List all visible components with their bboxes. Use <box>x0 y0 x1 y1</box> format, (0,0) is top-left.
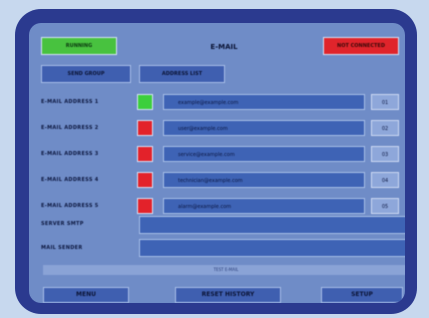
running-button[interactable]: RUNNING <box>41 37 117 55</box>
row-label: E-MAIL ADDRESS 4 <box>41 177 99 183</box>
status-indicator <box>137 172 153 188</box>
mail-sender-label: MAIL SENDER <box>41 245 83 251</box>
smtp-server-field[interactable] <box>139 216 405 234</box>
channel-field[interactable]: 04 <box>371 172 399 188</box>
status-indicator <box>137 94 153 110</box>
connection-status-button[interactable]: NOT CONNECTED <box>323 37 399 55</box>
menu-button[interactable]: MENU <box>43 287 129 303</box>
email-field[interactable]: alarm@example.com <box>163 198 365 214</box>
email-field[interactable]: example@example.com <box>163 94 365 110</box>
email-field[interactable]: service@example.com <box>163 146 365 162</box>
channel-field[interactable]: 03 <box>371 146 399 162</box>
tab-address-list[interactable]: ADDRESS LIST <box>139 65 225 83</box>
reset-history-button[interactable]: RESET HISTORY <box>175 287 281 303</box>
channel-field[interactable]: 02 <box>371 120 399 136</box>
email-field[interactable]: technician@example.com <box>163 172 365 188</box>
channel-field[interactable]: 01 <box>371 94 399 110</box>
setup-button[interactable]: SETUP <box>321 287 403 303</box>
mail-sender-field[interactable] <box>139 239 405 257</box>
page-title: E-MAIL <box>210 43 238 51</box>
tab-send-group[interactable]: SEND GROUP <box>41 65 131 83</box>
smtp-server-label: SERVER SMTP <box>41 221 84 227</box>
row-label: E-MAIL ADDRESS 1 <box>41 99 99 105</box>
status-bar: TEST E-MAIL <box>43 265 405 275</box>
hmi-screen: RUNNING E-MAIL NOT CONNECTED SEND GROUP … <box>29 23 405 303</box>
channel-field[interactable]: 05 <box>371 198 399 214</box>
row-label: E-MAIL ADDRESS 3 <box>41 151 99 157</box>
status-indicator <box>137 120 153 136</box>
row-label: E-MAIL ADDRESS 5 <box>41 203 99 209</box>
row-label: E-MAIL ADDRESS 2 <box>41 125 99 131</box>
status-indicator <box>137 198 153 214</box>
email-field[interactable]: user@example.com <box>163 120 365 136</box>
status-indicator <box>137 146 153 162</box>
